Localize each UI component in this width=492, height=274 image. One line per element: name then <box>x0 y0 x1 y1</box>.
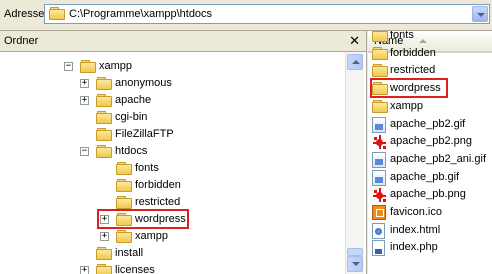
tree-item[interactable]: fonts <box>0 160 344 178</box>
folder-pane-title: Ordner <box>4 35 39 47</box>
tree-item-label: licenses <box>115 264 155 274</box>
address-dropdown-button[interactable] <box>472 6 488 22</box>
collapse-icon[interactable]: − <box>64 62 73 71</box>
folder-icon <box>372 31 388 42</box>
folder-pane-header: Ordner ✕ <box>0 31 366 52</box>
file-list-item[interactable]: apache_pb2.png <box>368 133 492 151</box>
tree-item[interactable]: install <box>0 245 344 263</box>
scroll-up-button[interactable] <box>347 54 363 70</box>
folder-tree-pane: Ordner ✕ − xampp + anonymous + apache cgi-bin F… <box>0 31 367 274</box>
file-name: apache_pb.png <box>390 188 466 201</box>
tree-item[interactable]: + apache <box>0 92 344 110</box>
tree-item[interactable]: − xampp <box>0 58 344 76</box>
address-bar: Adresse C:\Programme\xampp\htdocs <box>0 0 492 31</box>
folder-icon <box>96 128 112 141</box>
file-name: index.php <box>390 241 438 254</box>
folder-icon <box>372 99 388 113</box>
tree-item-label: apache <box>115 94 152 106</box>
file-name: apache_pb2.gif <box>390 117 466 130</box>
gif-image-icon <box>372 151 386 168</box>
folder-icon <box>49 7 65 20</box>
ico-icon <box>372 205 386 220</box>
tree-item-label: forbidden <box>135 179 181 191</box>
expand-icon[interactable]: + <box>100 232 109 241</box>
address-field[interactable]: C:\Programme\xampp\htdocs <box>44 4 490 24</box>
expand-icon[interactable]: + <box>80 96 89 105</box>
folder-icon <box>116 162 132 175</box>
file-name: xampp <box>390 99 424 112</box>
file-list-item[interactable]: forbidden <box>368 45 492 63</box>
tree-item-label: restricted <box>135 196 181 208</box>
tree-item-label: xampp <box>135 230 169 242</box>
tree-item-label: fonts <box>135 162 159 174</box>
tree-item-label: cgi-bin <box>115 111 148 123</box>
folder-icon <box>96 111 112 124</box>
file-list-pane: Name fonts forbidden restricted wordpress xa… <box>368 31 492 274</box>
highlight-box <box>370 78 448 99</box>
file-list-item[interactable]: apache_pb.png <box>368 186 492 204</box>
file-list-item[interactable]: favicon.ico <box>368 204 492 222</box>
file-name: apache_pb2.png <box>390 135 472 148</box>
tree-item[interactable]: + licenses <box>0 262 344 274</box>
folder-icon <box>372 64 388 78</box>
folder-icon <box>116 196 132 209</box>
tree-item[interactable]: + xampp <box>0 228 344 246</box>
close-icon[interactable]: ✕ <box>349 33 360 49</box>
highlight-box <box>97 209 189 229</box>
file-name: index.html <box>390 223 441 236</box>
tree-item[interactable]: FileZillaFTP <box>0 126 344 144</box>
folder-icon <box>96 77 112 90</box>
folder-icon <box>116 179 132 192</box>
tree-item[interactable]: forbidden <box>0 177 344 195</box>
folder-tree: − xampp + anonymous + apache cgi-bin FileZillaF… <box>0 52 344 274</box>
gif-image-icon <box>372 169 386 186</box>
file-list-item[interactable]: apache_pb2_ani.gif <box>368 151 492 169</box>
file-name: fonts <box>390 31 414 41</box>
tree-item-label: xampp <box>99 60 133 72</box>
file-list-item[interactable]: xampp <box>368 98 492 116</box>
folder-icon <box>80 60 96 73</box>
tree-item-label: anonymous <box>115 77 172 89</box>
collapse-icon[interactable]: − <box>80 147 89 156</box>
scroll-down-button[interactable] <box>347 256 363 272</box>
expand-icon[interactable]: + <box>80 266 89 274</box>
gif-image-icon <box>372 116 386 133</box>
tree-item-label: htdocs <box>115 145 148 157</box>
file-name: forbidden <box>390 46 436 59</box>
file-list-item[interactable]: apache_pb.gif <box>368 169 492 187</box>
file-name: apache_pb2_ani.gif <box>390 152 487 165</box>
tree-item[interactable]: cgi-bin <box>0 109 344 127</box>
file-name: apache_pb.gif <box>390 170 460 183</box>
folder-icon <box>96 145 112 158</box>
scroll-thumb[interactable] <box>347 248 363 256</box>
folder-icon <box>372 46 388 60</box>
html-file-icon <box>372 222 385 239</box>
expand-icon[interactable]: + <box>80 79 89 88</box>
file-list-item[interactable]: apache_pb2.gif <box>368 116 492 134</box>
tree-scrollbar[interactable] <box>345 52 364 274</box>
folder-icon <box>96 94 112 107</box>
tree-item[interactable]: − htdocs <box>0 143 344 161</box>
folder-icon <box>96 247 112 260</box>
file-list-item[interactable]: index.php <box>368 239 492 257</box>
tree-item-label: FileZillaFTP <box>115 128 174 140</box>
file-list-item[interactable]: fonts <box>368 31 492 45</box>
folder-icon <box>96 264 112 274</box>
png-image-icon <box>372 187 386 203</box>
tree-item-label: install <box>115 247 144 259</box>
address-label: Adresse <box>4 8 45 20</box>
php-file-icon <box>372 240 385 257</box>
address-path: C:\Programme\xampp\htdocs <box>69 8 213 20</box>
tree-item[interactable]: + anonymous <box>0 75 344 93</box>
file-name: restricted <box>390 64 436 77</box>
png-image-icon <box>372 134 386 150</box>
file-name: favicon.ico <box>390 206 442 218</box>
file-list-item[interactable]: index.html <box>368 222 492 240</box>
folder-icon <box>116 230 132 243</box>
